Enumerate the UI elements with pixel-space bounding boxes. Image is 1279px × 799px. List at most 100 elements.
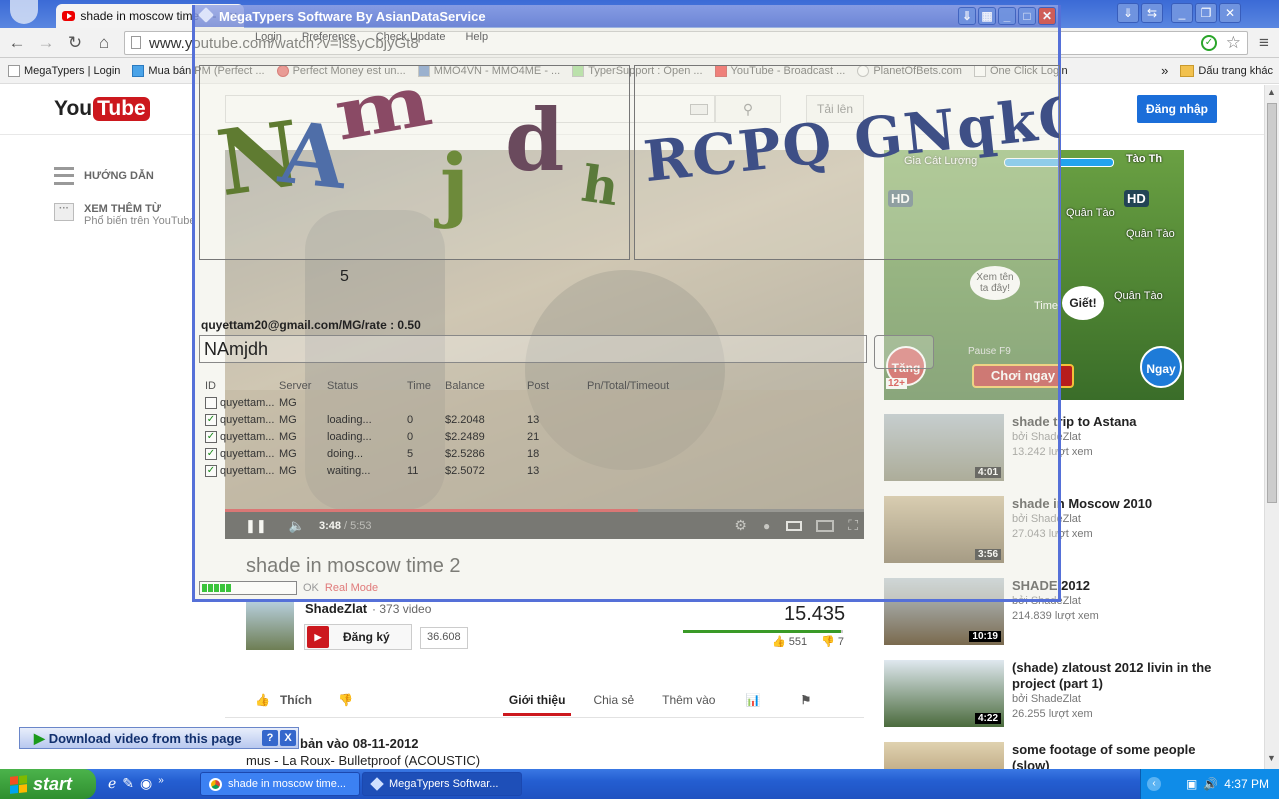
- signin-button[interactable]: Đăng nhập: [1137, 95, 1217, 123]
- forward-arrow-icon[interactable]: →: [34, 32, 58, 54]
- channel-avatar[interactable]: [246, 600, 294, 650]
- scroll-down-arrow-icon[interactable]: ▼: [1267, 753, 1276, 763]
- related-video[interactable]: 4:22 (shade) zlatoust 2012 livin in the …: [884, 660, 1232, 727]
- notepad-icon[interactable]: ✎: [122, 775, 134, 792]
- row-checkbox[interactable]: ✓: [205, 413, 217, 426]
- table-header: ID Server Status Time Balance Post Pn/To…: [205, 379, 670, 392]
- view-count: 15.435: [784, 603, 846, 625]
- megatypers-window[interactable]: MegaTypers Software By AsianDataService …: [192, 5, 1061, 602]
- close-button[interactable]: ✕: [1219, 3, 1241, 23]
- menu-item-check-update[interactable]: Check Update: [376, 31, 446, 51]
- more-from-youtube[interactable]: ··· XEM THÊM TỪ Phổ biến trên YouTube: [54, 203, 196, 227]
- row-checkbox[interactable]: ✓: [205, 447, 217, 460]
- captcha-counter: 5: [340, 268, 349, 285]
- table-row[interactable]: ✓ quyettam... MG doing... 5 $2.5286 18: [199, 445, 699, 462]
- menu-item-preference[interactable]: Preference: [302, 31, 356, 51]
- back-arrow-icon[interactable]: ←: [5, 32, 29, 54]
- row-checkbox[interactable]: ✓: [205, 430, 217, 443]
- progress-segment: [202, 584, 207, 592]
- minimize-button[interactable]: _: [1171, 3, 1193, 23]
- tile-icon[interactable]: ▦: [978, 7, 996, 25]
- captcha-answer-input[interactable]: NAmjdh: [199, 335, 867, 363]
- related-video[interactable]: some footage of some people (slow): [884, 742, 1232, 769]
- tab-share[interactable]: Chia sẻ: [593, 693, 634, 707]
- menu-item-login[interactable]: Login: [255, 31, 282, 51]
- cell-time: 11: [407, 464, 419, 477]
- page-icon: [8, 64, 20, 77]
- bookmark-item[interactable]: MegaTypers | Login: [8, 64, 120, 77]
- chrome-profile-icon[interactable]: [10, 0, 38, 24]
- cell-id: quyettam...: [220, 430, 275, 443]
- media-icon[interactable]: ◉: [140, 775, 152, 792]
- restore-button[interactable]: ❐: [1195, 3, 1217, 23]
- bookmarks-overflow-button[interactable]: »: [1161, 63, 1168, 78]
- progress-bar: [199, 581, 297, 595]
- youtube-logo[interactable]: You Tube: [54, 97, 150, 121]
- stats-icon[interactable]: 📊: [745, 693, 760, 707]
- minimize-button[interactable]: _: [998, 7, 1016, 25]
- megatypers-titlebar[interactable]: MegaTypers Software By AsianDataService …: [195, 5, 1058, 27]
- menu-hamburger-icon[interactable]: ≡: [1252, 32, 1276, 54]
- switch-icon[interactable]: ⇆: [1141, 3, 1163, 23]
- reload-icon[interactable]: ↻: [63, 32, 87, 54]
- row-checkbox[interactable]: [205, 396, 217, 409]
- table-row[interactable]: quyettam... MG: [199, 394, 699, 411]
- other-bookmarks-folder[interactable]: Dấu trang khác: [1180, 64, 1273, 77]
- internet-explorer-icon[interactable]: ℯ: [108, 775, 116, 792]
- table-row[interactable]: ✓ quyettam... MG loading... 0 $2.2489 21: [199, 428, 699, 445]
- page-scrollbar[interactable]: ▲ ▼: [1264, 85, 1279, 769]
- channel-name[interactable]: ShadeZlat: [305, 601, 367, 616]
- play-arrow-icon: ▶: [34, 729, 45, 746]
- cell-server: MG: [279, 430, 297, 443]
- menu-down-icon[interactable]: ⇓: [958, 7, 976, 25]
- progress-segment: [214, 584, 219, 592]
- help-button[interactable]: ?: [262, 730, 278, 746]
- tab-about[interactable]: Giới thiệu: [502, 683, 572, 716]
- more-dots-icon: ···: [54, 203, 74, 221]
- captcha-char: d: [505, 91, 565, 191]
- thumbs-up-icon: 👍: [772, 636, 786, 648]
- related-views: 26.255 lượt xem: [1012, 708, 1093, 720]
- row-checkbox[interactable]: ✓: [205, 464, 217, 477]
- home-icon[interactable]: ⌂: [92, 32, 116, 54]
- cell-post: 13: [527, 413, 540, 426]
- flag-icon[interactable]: ⚑: [800, 693, 811, 707]
- taskbar-megatypers-window[interactable]: MegaTypers Softwar...: [362, 772, 522, 796]
- close-button[interactable]: X: [280, 730, 296, 746]
- guide-label: HƯỚNG DẪN: [84, 170, 154, 182]
- taskbar-chrome-window[interactable]: shade in moscow time...: [200, 772, 360, 796]
- published-date: bản vào 08-11-2012: [300, 736, 419, 751]
- scroll-thumb[interactable]: [1267, 103, 1277, 503]
- ad-badge-right[interactable]: Ngay: [1140, 346, 1182, 388]
- submit-button[interactable]: [874, 335, 934, 369]
- video-action-row: 👍 Thích 👎 Giới thiệu Chia sẻ Thêm vào 📊 ⚑: [225, 682, 864, 718]
- menu-down-icon[interactable]: ⇓: [1117, 3, 1139, 23]
- download-video-bar[interactable]: ▶ Download video from this page ? X: [19, 727, 299, 749]
- bookmark-star-icon[interactable]: ☆: [1226, 33, 1241, 53]
- clock[interactable]: 4:37 PM: [1224, 777, 1269, 791]
- close-button[interactable]: ✕: [1038, 7, 1056, 25]
- tab-add-to[interactable]: Thêm vào: [662, 693, 715, 707]
- cell-balance: $2.2489: [445, 430, 485, 443]
- dislike-button[interactable]: 👎: [338, 693, 353, 707]
- tray-collapse-icon[interactable]: ‹: [1147, 777, 1161, 791]
- table-row[interactable]: ✓ quyettam... MG waiting... 11 $2.5072 13: [199, 462, 699, 479]
- menu-item-help[interactable]: Help: [465, 31, 488, 51]
- network-icon[interactable]: ▣: [1186, 777, 1197, 791]
- volume-icon[interactable]: 🔊: [1203, 777, 1218, 791]
- channel-video-count: · 373 video: [372, 602, 432, 616]
- maximize-button[interactable]: □: [1018, 7, 1036, 25]
- table-row[interactable]: ✓ quyettam... MG loading... 0 $2.2048 13: [199, 411, 699, 428]
- system-tray: ‹ ▣ 🔊 4:37 PM: [1140, 769, 1279, 799]
- cell-id: quyettam...: [220, 447, 275, 460]
- cell-server: MG: [279, 396, 297, 409]
- scroll-up-arrow-icon[interactable]: ▲: [1267, 87, 1276, 97]
- description-text: mus - La Roux- Bulletproof (ACOUSTIC): [246, 753, 481, 768]
- more-label: XEM THÊM TỪ: [84, 203, 161, 215]
- guide-menu[interactable]: HƯỚNG DẪN: [54, 167, 154, 185]
- youtube-favicon-icon: [62, 11, 76, 21]
- quick-launch-more-icon[interactable]: »: [158, 775, 164, 792]
- subscribe-button[interactable]: ▶ Đăng ký: [304, 624, 412, 650]
- like-button[interactable]: 👍 Thích: [255, 693, 312, 707]
- start-button[interactable]: start: [0, 769, 96, 799]
